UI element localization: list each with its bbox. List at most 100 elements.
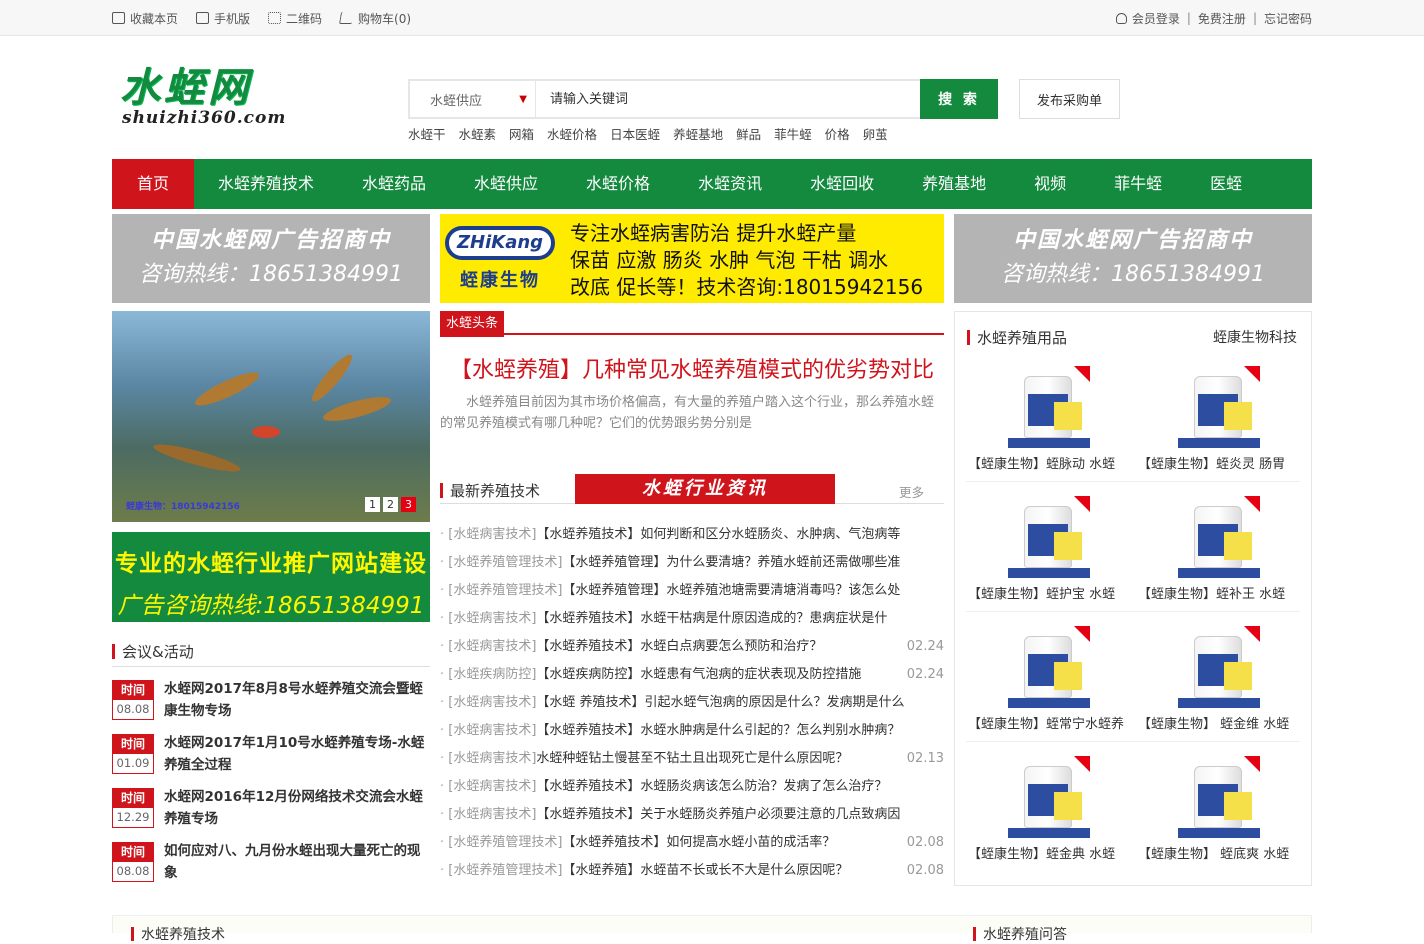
hot-keyword[interactable]: 鲜品: [736, 124, 761, 143]
product-name[interactable]: 【蛭康生物】蛭金典 水蛭: [968, 843, 1130, 862]
register-link[interactable]: 免费注册: [1198, 10, 1246, 27]
product-image[interactable]: [1008, 626, 1090, 708]
news-category[interactable]: [水蛭养殖管理技术]: [448, 583, 562, 598]
news-category[interactable]: [水蛭病害技术]: [448, 527, 536, 542]
news-title-link[interactable]: 【水蛭养殖技术】水蛭水肿病是什么引起的？怎么判别水肿病？: [536, 723, 900, 738]
news-title-link[interactable]: 【水蛭疾病防控】水蛭患有气泡病的症状表现及防控措施: [536, 667, 861, 682]
industry-news-banner[interactable]: 水蛭行业资讯: [575, 474, 835, 504]
news-category[interactable]: [水蛭病害技术]: [448, 611, 536, 626]
product-image[interactable]: [1178, 496, 1260, 578]
products-brand[interactable]: 蛭康生物科技: [1213, 327, 1297, 347]
news-item[interactable]: · [水蛭养殖管理技术]【水蛭养殖】水蛭苗不长或长不大是什么原因呢？ 02.08: [440, 857, 944, 885]
ad-banner-zhikang[interactable]: ZHiKang 蛭康生物 专注水蛭病害防治 提升水蛭产量 保苗 应激 肠炎 水肿…: [440, 214, 944, 303]
search-input[interactable]: [536, 81, 920, 117]
meeting-title[interactable]: 水蛭网2017年1月10号水蛭养殖专场-水蛭养殖全过程: [164, 732, 430, 776]
news-title-link[interactable]: 【水蛭养殖管理】水蛭养殖池塘需要清塘消毒吗？该怎么处: [562, 583, 900, 598]
product-image[interactable]: [1008, 496, 1090, 578]
hot-keyword[interactable]: 水蛭干: [408, 124, 446, 143]
slider-dot[interactable]: 1: [365, 497, 380, 512]
news-category[interactable]: [水蛭病害技术]: [448, 723, 536, 738]
meeting-title[interactable]: 水蛭网2016年12月份网络技术交流会水蛭养殖专场: [164, 786, 430, 830]
meeting-title[interactable]: 水蛭网2017年8月8号水蛭养殖交流会暨蛭康生物专场: [164, 678, 430, 722]
meeting-title[interactable]: 如何应对八、九月份水蛭出现大量死亡的现象: [164, 840, 430, 884]
product-item[interactable]: 【蛭康生物】蛭护宝 水蛭: [968, 493, 1130, 613]
news-item[interactable]: · [水蛭病害技术]水蛭种蛭钻土慢甚至不钻土且出现死亡是什么原因呢？ 02.13: [440, 745, 944, 773]
ad-banner-right[interactable]: 中国水蛭网广告招商中 咨询热线：18651384991: [954, 214, 1312, 303]
hot-keyword[interactable]: 价格: [825, 124, 850, 143]
product-name[interactable]: 【蛭康生物】蛭护宝 水蛭: [968, 583, 1130, 602]
slider-dot[interactable]: 2: [383, 497, 398, 512]
news-category[interactable]: [水蛭病害技术]: [448, 639, 536, 654]
ad-banner-green[interactable]: 专业的水蛭行业推广网站建设 广告咨询热线:18651384991: [112, 532, 430, 622]
product-item[interactable]: 【蛭康生物】蛭炎灵 肠胃: [1138, 363, 1300, 483]
news-item[interactable]: · [水蛭病害技术]【水蛭养殖技术】水蛭干枯病是什原因造成的？患病症状是什: [440, 605, 944, 633]
forgot-password-link[interactable]: 忘记密码: [1264, 10, 1312, 27]
news-title-link[interactable]: 【水蛭养殖技术】水蛭干枯病是什原因造成的？患病症状是什: [536, 611, 887, 626]
cart-link[interactable]: 购物车(0): [338, 10, 411, 27]
news-item[interactable]: · [水蛭养殖管理技术]【水蛭养殖管理】为什么要清塘？养殖水蛭前还需做哪些准: [440, 549, 944, 577]
nav-item[interactable]: 水蛭资讯: [674, 159, 786, 209]
hot-keyword[interactable]: 水蛭价格: [547, 124, 597, 143]
headline-title[interactable]: 【水蛭养殖】几种常见水蛭养殖模式的优劣势对比: [440, 355, 944, 387]
news-item[interactable]: · [水蛭疾病防控]【水蛭疾病防控】水蛭患有气泡病的症状表现及防控措施 02.24: [440, 661, 944, 689]
hot-keyword[interactable]: 卵茧: [863, 124, 888, 143]
news-title-link[interactable]: 【水蛭养殖技术】水蛭肠炎病该怎么防治？发病了怎么治疗？: [536, 779, 887, 794]
nav-item[interactable]: 视频: [1010, 159, 1090, 209]
product-name[interactable]: 【蛭康生物】 蛭底爽 水蛭: [1138, 843, 1300, 862]
news-title-link[interactable]: 【水蛭养殖管理】为什么要清塘？养殖水蛭前还需做哪些准: [562, 555, 900, 570]
news-title-link[interactable]: 【水蛭养殖】水蛭苗不长或长不大是什么原因呢？: [562, 863, 848, 878]
hot-keyword[interactable]: 网箱: [509, 124, 534, 143]
product-name[interactable]: 【蛭康生物】蛭常宁水蛭养: [968, 713, 1130, 732]
nav-item[interactable]: 水蛭药品: [338, 159, 450, 209]
news-item[interactable]: · [水蛭病害技术]【水蛭养殖技术】水蛭肠炎病该怎么防治？发病了怎么治疗？: [440, 773, 944, 801]
news-category[interactable]: [水蛭疾病防控]: [448, 667, 536, 682]
news-title-link[interactable]: 【水蛭养殖技术】水蛭白点病要怎么预防和治疗？: [536, 639, 822, 654]
nav-item[interactable]: 水蛭养殖技术: [194, 159, 338, 209]
news-category[interactable]: [水蛭病害技术]: [448, 779, 536, 794]
news-title-link[interactable]: 【水蛭 养殖技术】引起水蛭气泡病的原因是什么？发病期是什么: [536, 695, 904, 710]
meeting-item[interactable]: 时间 08.08 水蛭网2017年8月8号水蛭养殖交流会暨蛭康生物专场: [112, 680, 430, 724]
nav-item[interactable]: 养殖基地: [898, 159, 1010, 209]
nav-item[interactable]: 水蛭回收: [786, 159, 898, 209]
product-item[interactable]: 【蛭康生物】 蛭金维 水蛭: [1138, 623, 1300, 743]
product-name[interactable]: 【蛭康生物】蛭脉动 水蛭: [968, 453, 1130, 472]
product-image[interactable]: [1008, 756, 1090, 838]
news-category[interactable]: [水蛭病害技术]: [448, 807, 536, 822]
product-item[interactable]: 【蛭康生物】蛭常宁水蛭养: [968, 623, 1130, 743]
product-name[interactable]: 【蛭康生物】 蛭金维 水蛭: [1138, 713, 1300, 732]
product-name[interactable]: 【蛭康生物】蛭炎灵 肠胃: [1138, 453, 1300, 472]
qrcode-link[interactable]: 二维码: [268, 10, 322, 27]
bookmark-link[interactable]: 收藏本页: [112, 10, 178, 27]
news-item[interactable]: · [水蛭病害技术]【水蛭 养殖技术】引起水蛭气泡病的原因是什么？发病期是什么: [440, 689, 944, 717]
product-item[interactable]: 【蛭康生物】蛭脉动 水蛭: [968, 363, 1130, 483]
product-image[interactable]: [1008, 366, 1090, 448]
product-name[interactable]: 【蛭康生物】蛭补王 水蛭: [1138, 583, 1300, 602]
image-slider[interactable]: 蛭康生物：18015942156 1 2 3: [112, 311, 430, 522]
news-item[interactable]: · [水蛭养殖管理技术]【水蛭养殖管理】水蛭养殖池塘需要清塘消毒吗？该怎么处: [440, 577, 944, 605]
more-link[interactable]: 更多: [899, 482, 924, 501]
site-logo[interactable]: 水蛭网 shuizhi360.com: [120, 66, 290, 128]
search-category-select[interactable]: 水蛭供应 ▼: [410, 81, 536, 117]
hot-keyword[interactable]: 水蛭素: [459, 124, 497, 143]
nav-home[interactable]: 首页: [112, 159, 194, 209]
product-item[interactable]: 【蛭康生物】 蛭底爽 水蛭: [1138, 753, 1300, 873]
news-item[interactable]: · [水蛭病害技术]【水蛭养殖技术】如何判断和区分水蛭肠炎、水肿病、气泡病等: [440, 521, 944, 549]
product-image[interactable]: [1178, 366, 1260, 448]
product-image[interactable]: [1178, 626, 1260, 708]
search-button[interactable]: 搜 索: [920, 79, 998, 119]
news-title-link[interactable]: 【水蛭养殖技术】如何判断和区分水蛭肠炎、水肿病、气泡病等: [536, 527, 900, 542]
news-category[interactable]: [水蛭养殖管理技术]: [448, 835, 562, 850]
meeting-item[interactable]: 时间 12.29 水蛭网2016年12月份网络技术交流会水蛭养殖专场: [112, 788, 430, 832]
news-item[interactable]: · [水蛭病害技术]【水蛭养殖技术】关于水蛭肠炎养殖户必须要注意的几点致病因: [440, 801, 944, 829]
product-image[interactable]: [1178, 756, 1260, 838]
news-category[interactable]: [水蛭养殖管理技术]: [448, 863, 562, 878]
slider-dot-active[interactable]: 3: [401, 497, 416, 512]
nav-item[interactable]: 医蛭: [1186, 159, 1266, 209]
nav-item[interactable]: 菲牛蛭: [1090, 159, 1186, 209]
nav-item[interactable]: 水蛭价格: [562, 159, 674, 209]
meeting-item[interactable]: 时间 01.09 水蛭网2017年1月10号水蛭养殖专场-水蛭养殖全过程: [112, 734, 430, 778]
hot-keyword[interactable]: 养蛭基地: [673, 124, 723, 143]
news-title-link[interactable]: 水蛭种蛭钻土慢甚至不钻土且出现死亡是什么原因呢？: [536, 751, 848, 766]
news-item[interactable]: · [水蛭病害技术]【水蛭养殖技术】水蛭水肿病是什么引起的？怎么判别水肿病？: [440, 717, 944, 745]
hot-keyword[interactable]: 日本医蛭: [610, 124, 660, 143]
